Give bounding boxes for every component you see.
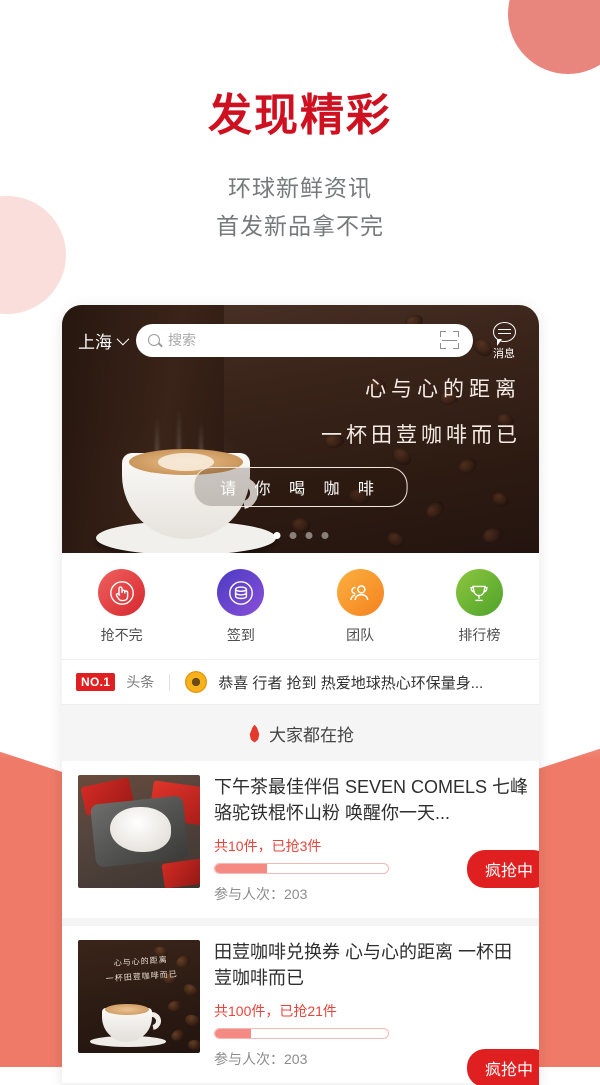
hero-subtitle-line-1: 环球新鲜资讯	[228, 175, 372, 202]
banner-copy: 心与心的距离 一杯田荳咖啡而已	[321, 373, 521, 449]
messages-button[interactable]: 消息	[483, 319, 525, 361]
tap-hand-icon	[98, 569, 146, 616]
sunflower-avatar-icon	[185, 671, 208, 693]
fire-icon	[247, 725, 262, 743]
product-title: 下午茶最佳伴侣 SEVEN COMELS 七峰骆驼铁棍怀山粉 唤醒你一天...	[214, 777, 529, 823]
progress-bar-fill	[215, 864, 267, 874]
chevron-down-icon	[116, 332, 130, 345]
app-header: 上海 搜索 消息	[62, 305, 539, 361]
divider	[169, 673, 171, 691]
product-card[interactable]: 下午茶最佳伴侣 SEVEN COMELS 七峰骆驼铁棍怀山粉 唤醒你一天... …	[62, 761, 539, 919]
product-card[interactable]: 心与心的距离 一杯田荳咖啡而已 田荳咖啡兑换券 心与心的距离 一杯田荳咖啡而已 …	[62, 926, 539, 1085]
hero-section: 发现精彩 环球新鲜资讯 首发新品拿不完	[0, 0, 600, 245]
carousel-dot-3[interactable]	[305, 532, 312, 539]
quicknav-item-qiangbuwan[interactable]: 抢不完	[62, 569, 181, 645]
quicknav-label: 排行榜	[458, 627, 501, 643]
carousel-dot-4[interactable]	[321, 532, 328, 539]
quicknav-item-paihangbang[interactable]: 排行榜	[420, 569, 539, 645]
page-title: 发现精彩	[208, 91, 392, 140]
progress-bar	[214, 863, 389, 875]
carousel-pagination-dots[interactable]	[273, 532, 328, 539]
headline-ticker[interactable]: NO.1 头条 恭喜 行者 抢到 热爱地球热心环保量身...	[62, 660, 539, 705]
location-label: 上海	[78, 332, 112, 352]
messages-label: 消息	[493, 348, 515, 360]
section-title: 大家都在抢	[269, 726, 354, 745]
progress-bar-fill	[215, 1029, 252, 1039]
location-selector[interactable]: 上海	[78, 328, 130, 353]
phone-mockup: 上海 搜索 消息 心与心的距离 一杯田荳咖啡而已 请 你 喝 咖 啡 抢不完 签…	[62, 305, 539, 1085]
banner-line-1: 心与心的距离	[365, 378, 521, 401]
product-thumbnail: 心与心的距离 一杯田荳咖啡而已	[78, 940, 200, 1054]
latte-cup-thumbnail-illustration	[90, 994, 166, 1048]
quicknav-label: 抢不完	[100, 627, 143, 643]
search-input[interactable]: 搜索	[136, 323, 473, 357]
carousel-dot-1[interactable]	[273, 532, 280, 539]
search-icon	[148, 334, 160, 346]
status-badge[interactable]: 疯抢中	[466, 1049, 539, 1085]
quicknav-item-tuandui[interactable]: 团队	[301, 569, 420, 645]
product-title: 田荳咖啡兑换券 心与心的距离 一杯田荳咖啡而已	[214, 942, 513, 988]
hero-banner-carousel[interactable]: 上海 搜索 消息 心与心的距离 一杯田荳咖啡而已 请 你 喝 咖 啡	[62, 305, 539, 553]
hero-subtitle-line-2: 首发新品拿不完	[216, 212, 384, 239]
hero-subtitle: 环球新鲜资讯 首发新品拿不完	[0, 170, 600, 245]
ticker-category-label: 头条	[126, 674, 155, 690]
status-badge[interactable]: 疯抢中	[466, 850, 539, 889]
ticker-text: 恭喜 行者 抢到 热爱地球热心环保量身...	[218, 674, 484, 692]
banner-cta-button[interactable]: 请 你 喝 咖 啡	[193, 467, 408, 507]
progress-bar	[214, 1028, 389, 1040]
message-bubble-icon	[492, 322, 516, 346]
rank-badge: NO.1	[76, 673, 116, 691]
banner-line-2: 一杯田荳咖啡而已	[321, 424, 521, 447]
quick-nav: 抢不完 签到 团队 排行榜	[62, 553, 539, 660]
scan-icon[interactable]	[440, 331, 459, 349]
carousel-dot-2[interactable]	[289, 532, 296, 539]
product-stock-text: 共100件，已抢21件	[214, 1003, 337, 1020]
search-placeholder: 搜索	[168, 332, 196, 348]
people-group-icon	[336, 569, 384, 616]
quicknav-label: 团队	[346, 627, 375, 643]
quicknav-item-qiandao[interactable]: 签到	[181, 569, 300, 645]
coin-stack-icon	[217, 569, 265, 616]
trophy-icon	[455, 569, 503, 616]
quicknav-label: 签到	[226, 627, 255, 643]
product-thumbnail	[78, 775, 200, 888]
section-header-everyone-grabbing: 大家都在抢	[62, 705, 539, 761]
